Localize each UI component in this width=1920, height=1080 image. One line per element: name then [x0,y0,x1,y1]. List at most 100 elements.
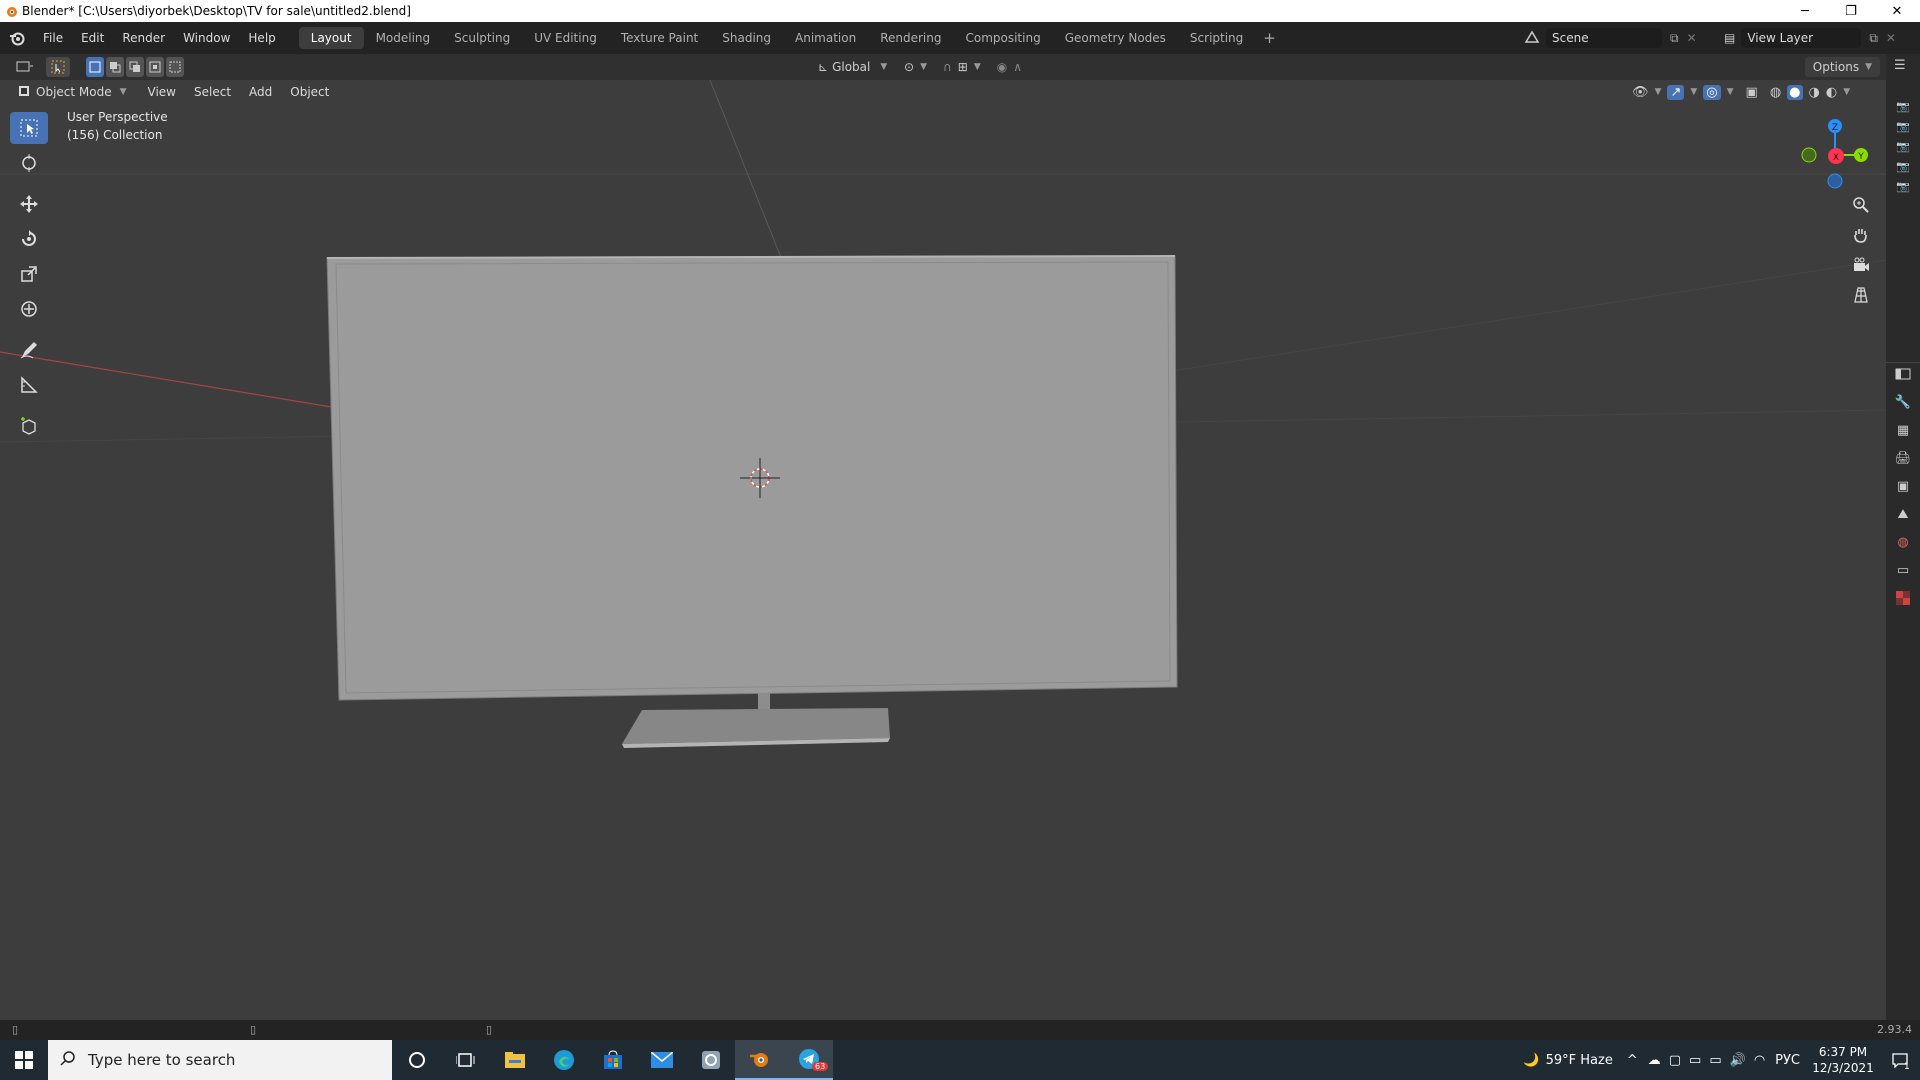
rotate-tool-icon[interactable] [10,223,48,255]
editor-type-icon[interactable] [8,57,42,77]
material-shading-icon[interactable]: ◑ [1809,85,1820,100]
gizmo-neg-z[interactable] [1827,173,1843,189]
menu-help[interactable]: Help [239,27,284,49]
delete-view-layer-icon[interactable]: ✕ [1886,31,1896,45]
pivot-point-icon[interactable]: ⊙ [904,60,914,74]
blender-taskbar-icon[interactable] [735,1040,784,1080]
mode-intersect-icon[interactable] [166,57,184,77]
wifi-icon[interactable]: ◠ [1754,1053,1765,1068]
minimize-button[interactable]: ─ [1782,0,1828,22]
windows-start-icon[interactable] [0,1040,48,1080]
navigation-gizmo[interactable]: Z Y X [1790,108,1880,198]
weather-text[interactable]: 59°F Haze [1546,1053,1613,1068]
mode-extend-icon[interactable] [106,57,124,77]
chevron-up-icon[interactable]: ^ [1627,1053,1638,1068]
scene-name-field[interactable]: Scene [1546,28,1662,48]
mode-set-icon[interactable] [86,57,104,77]
rendered-shading-icon[interactable]: ◐ [1826,85,1837,100]
tab-sculpting[interactable]: Sculpting [442,27,522,49]
file-explorer-icon[interactable] [490,1040,539,1080]
xray-icon[interactable]: ▣ [1746,85,1758,100]
gizmo-toggle-icon[interactable]: ↗ [1667,84,1685,100]
view-layer-properties-icon[interactable]: ▣ [1890,472,1916,500]
app-icon[interactable] [686,1040,735,1080]
tab-scripting[interactable]: Scripting [1178,27,1255,49]
tab-modeling[interactable]: Modeling [364,27,443,49]
mode-subtract-icon[interactable] [126,57,144,77]
tab-shading[interactable]: Shading [710,27,783,49]
store-icon[interactable] [588,1040,637,1080]
edge-browser-icon[interactable] [539,1040,588,1080]
transform-orientation[interactable]: ⊾ Global ▼ [818,60,887,74]
collection-properties-icon[interactable]: ▭ [1890,556,1916,584]
menu-window[interactable]: Window [174,27,239,49]
texture-properties-icon[interactable] [1890,584,1916,612]
tab-compositing[interactable]: Compositing [953,27,1052,49]
wireframe-shading-icon[interactable]: ◍ [1770,85,1781,100]
meet-now-icon[interactable]: ▢ [1669,1053,1681,1068]
scene-properties-icon[interactable]: ⛰ [1890,500,1916,528]
task-view-icon[interactable] [441,1040,490,1080]
new-scene-icon[interactable]: ⧉ [1670,31,1679,46]
volume-icon[interactable]: 🔊 [1730,1053,1746,1068]
close-button[interactable]: ✕ [1874,0,1920,22]
render-toggle-icon[interactable]: 📷 [1886,120,1920,140]
input-language[interactable]: РУС [1775,1053,1800,1068]
transform-tool-icon[interactable] [10,293,48,325]
tab-rendering[interactable]: Rendering [868,27,953,49]
add-cube-tool-icon[interactable] [10,410,48,442]
camera-view-icon[interactable] [1846,250,1876,280]
falloff-icon[interactable]: ∧ [1013,60,1022,74]
overlays-icon[interactable]: ◎ [1703,84,1721,100]
taskbar-clock[interactable]: 6:37 PM 12/3/2021 [1806,1044,1880,1076]
tool-settings-icon[interactable]: 🔧 [1890,388,1916,416]
tab-layout[interactable]: Layout [298,27,364,49]
render-toggle-icon[interactable]: 📷 [1886,160,1920,180]
menu-add[interactable]: Add [240,81,281,103]
tab-texture-paint[interactable]: Texture Paint [609,27,710,49]
battery-icon[interactable]: ▭ [1709,1053,1721,1068]
mail-icon[interactable] [637,1040,686,1080]
weather-icon[interactable]: 🌙 [1523,1053,1539,1068]
properties-editor-icon[interactable] [1890,360,1916,388]
output-properties-icon[interactable]: 🖨 [1890,444,1916,472]
render-toggle-icon[interactable]: 📷 [1886,100,1920,120]
3d-viewport[interactable]: User Perspective (156) Collection Z Y X [0,80,1886,1020]
mode-selector[interactable]: Object Mode ▼ [12,82,133,102]
blender-menu-icon[interactable] [0,30,34,46]
tab-uv-editing[interactable]: UV Editing [522,27,609,49]
zoom-icon[interactable] [1846,190,1876,220]
restore-button[interactable]: ❐ [1828,0,1874,22]
solid-shading-icon[interactable]: ● [1787,84,1803,100]
delete-scene-icon[interactable]: ✕ [1687,31,1697,45]
proportional-edit-icon[interactable]: ◉ [997,60,1007,74]
tab-animation[interactable]: Animation [783,27,868,49]
perspective-toggle-icon[interactable] [1846,280,1876,310]
onedrive-icon[interactable]: ☁ [1648,1053,1661,1068]
pan-hand-icon[interactable] [1846,220,1876,250]
add-workspace-button[interactable]: + [1255,29,1284,47]
mode-invert-icon[interactable] [146,57,164,77]
menu-edit[interactable]: Edit [72,27,113,49]
scale-tool-icon[interactable] [10,258,48,290]
snap-magnet-icon[interactable]: ∩ [943,60,952,74]
annotate-tool-icon[interactable] [10,334,48,366]
render-properties-icon[interactable]: ▦ [1890,416,1916,444]
network-adapter-icon[interactable]: ▭ [1689,1053,1701,1068]
visibility-eye-icon[interactable]: 👁 [1632,85,1649,100]
measure-tool-icon[interactable] [10,369,48,401]
menu-object[interactable]: Object [281,81,338,103]
scene-selector[interactable]: Scene ⧉ ✕ [1524,27,1697,49]
menu-render[interactable]: Render [113,27,174,49]
telegram-taskbar-icon[interactable]: 63 [784,1040,833,1080]
cursor-tool-icon[interactable] [10,147,48,179]
select-box-tool-icon[interactable] [46,57,70,77]
menu-select[interactable]: Select [185,81,240,103]
menu-file[interactable]: File [34,27,72,49]
notifications-icon[interactable]: 1 [1880,1040,1920,1080]
render-toggle-icon[interactable]: 📷 [1886,140,1920,160]
view-layer-field[interactable]: View Layer [1741,28,1862,48]
new-view-layer-icon[interactable]: ⧉ [1869,31,1878,46]
move-tool-icon[interactable] [10,188,48,220]
world-properties-icon[interactable]: ◍ [1890,528,1916,556]
